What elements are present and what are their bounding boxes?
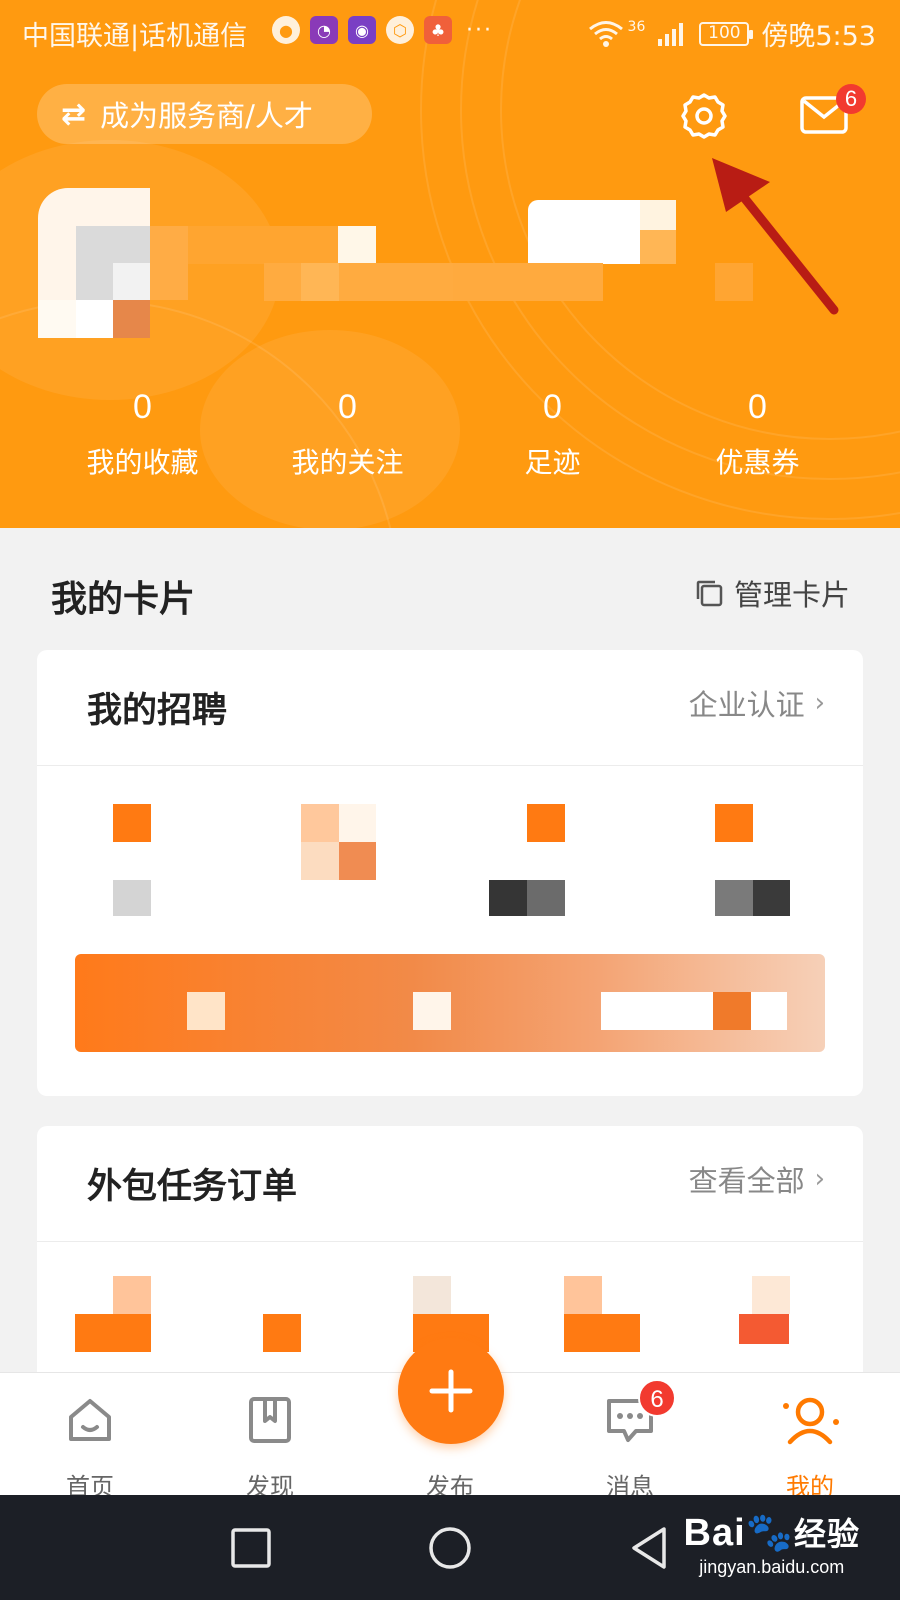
card-title: 我的招聘	[87, 691, 228, 731]
watermark-logo: Bai🐾经验	[684, 1509, 860, 1555]
card-link-label: 企业认证	[688, 688, 805, 722]
clock: 傍晚5:53	[761, 21, 876, 52]
status-bar: 中国联通|话机通信 ● ◔ ◉ ⬡ ♣ ··· 36 100 傍晚5:53	[0, 0, 900, 64]
copy-icon	[696, 580, 723, 607]
watermark-url: jingyan.baidu.com	[699, 1557, 845, 1577]
status-right: 36 100 傍晚5:53	[588, 14, 876, 53]
stat-value: 0	[338, 388, 357, 426]
stat-label: 足迹	[524, 446, 581, 479]
stat-following[interactable]: 0 我的关注	[245, 388, 450, 488]
card-header: 外包任务订单 查看全部 ›	[37, 1126, 863, 1242]
notification-icons: ● ◔ ◉ ⬡ ♣ ···	[272, 16, 493, 44]
recents-button[interactable]	[228, 1525, 274, 1571]
stat-label: 优惠券	[715, 446, 800, 479]
card-link-label: 查看全部	[688, 1164, 805, 1198]
switch-arrows-icon: ⇄	[61, 96, 87, 132]
baidu-watermark: Bai🐾经验 jingyan.baidu.com	[684, 1509, 860, 1578]
message-badge: 6	[638, 1379, 676, 1417]
manage-cards-label: 管理卡片	[734, 578, 851, 612]
tab-home[interactable]: 首页	[30, 1391, 150, 1502]
paw-icon: 🐾	[745, 1512, 794, 1554]
profile-header: 中国联通|话机通信 ● ◔ ◉ ⬡ ♣ ··· 36 100 傍晚5:53 ⇄ …	[0, 0, 900, 528]
tab-mine[interactable]: 我的	[750, 1391, 870, 1502]
stat-value: 0	[133, 388, 152, 426]
mail-badge: 6	[836, 84, 866, 114]
wifi-icon	[588, 20, 623, 47]
stat-label: 我的收藏	[86, 446, 199, 479]
back-button[interactable]	[626, 1525, 672, 1571]
stat-favorites[interactable]: 0 我的收藏	[40, 388, 245, 488]
watermark-text: Bai	[683, 1512, 746, 1554]
signal-icon	[658, 22, 684, 46]
stats-row: 0 我的收藏 0 我的关注 0 足迹 0 优惠券	[0, 388, 900, 488]
app-icon: ◔	[310, 16, 338, 44]
recruit-content-mosaic	[37, 766, 863, 1096]
home-button[interactable]	[427, 1525, 473, 1571]
chevron-right-icon: ›	[814, 1164, 825, 1194]
bookmark-icon	[249, 1397, 291, 1443]
stat-value: 0	[543, 388, 562, 426]
mail-button[interactable]: 6	[800, 84, 866, 140]
stat-label: 我的关注	[291, 446, 404, 479]
plus-icon	[429, 1369, 473, 1413]
stat-history[interactable]: 0 足迹	[450, 388, 655, 488]
recruit-card: 我的招聘 企业认证 ›	[37, 650, 863, 1096]
person-icon	[783, 1397, 839, 1445]
profile-mosaic	[38, 188, 758, 340]
stat-value: 0	[748, 388, 767, 426]
more-icon: ···	[466, 17, 493, 43]
squirrel-app-icon: ♣	[424, 16, 452, 44]
network-type: 36	[627, 18, 646, 35]
carrier-label: 中国联通|话机通信	[22, 21, 248, 52]
view-all-link[interactable]: 查看全部 ›	[689, 1158, 825, 1200]
app-icon: ◉	[348, 16, 376, 44]
section-title: 我的卡片	[51, 579, 196, 620]
gear-icon	[681, 93, 727, 139]
become-provider-label: 成为服务商/人才	[100, 99, 313, 133]
watermark-suffix: 经验	[793, 1516, 860, 1552]
stat-coupons[interactable]: 0 优惠券	[655, 388, 860, 488]
tab-discover[interactable]: 发现	[210, 1391, 330, 1502]
enterprise-verify-link[interactable]: 企业认证 ›	[689, 682, 825, 724]
card-header: 我的招聘 企业认证 ›	[37, 650, 863, 766]
chat-bubble-icon: ●	[272, 16, 300, 44]
become-provider-button[interactable]: ⇄ 成为服务商/人才	[37, 84, 372, 144]
home-icon	[69, 1399, 111, 1441]
chevron-right-icon: ›	[814, 688, 825, 718]
publish-button[interactable]	[398, 1338, 504, 1444]
card-title: 外包任务订单	[87, 1167, 298, 1207]
settings-button[interactable]	[676, 88, 732, 144]
manage-cards-button[interactable]: 管理卡片	[694, 572, 850, 614]
system-navigation-bar: Bai🐾经验 jingyan.baidu.com	[0, 1495, 900, 1600]
battery-icon: 100	[699, 21, 754, 46]
app-icon: ⬡	[386, 16, 414, 44]
